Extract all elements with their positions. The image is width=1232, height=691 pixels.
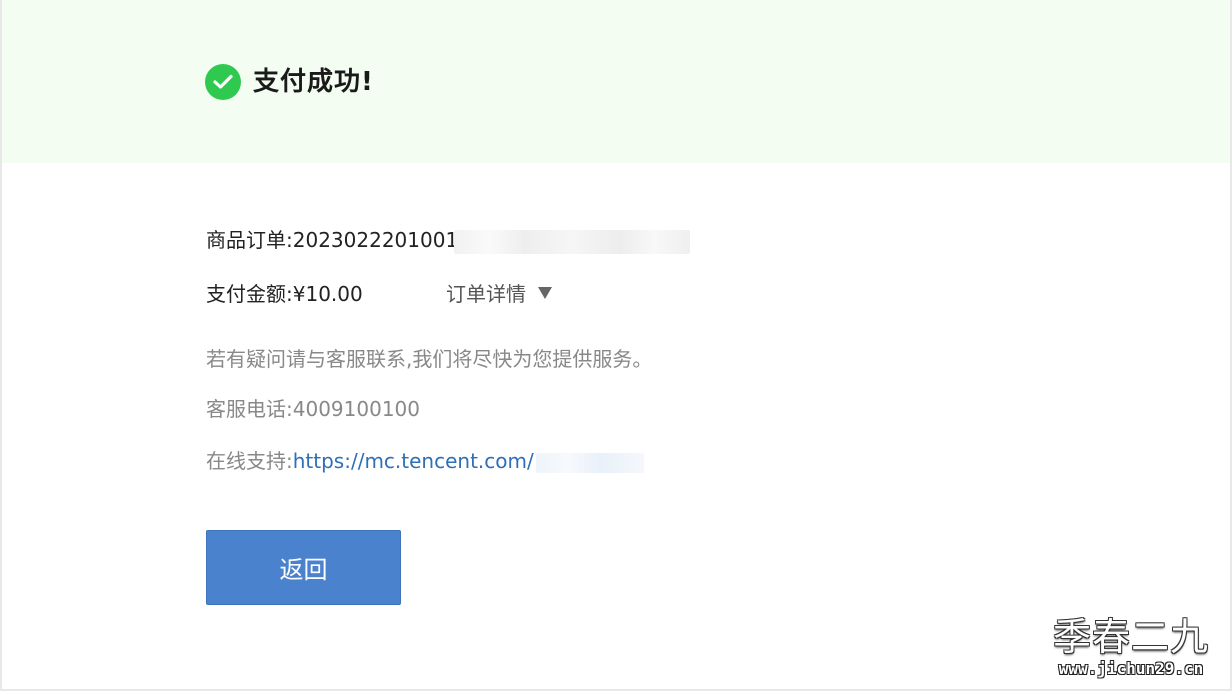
success-banner: 支付成功! [2,0,1230,163]
watermark: 季春二九 www.jichun29.cn [1050,614,1212,678]
phone-label: 客服电话: [206,397,293,421]
success-title: 支付成功! [253,67,374,97]
watermark-text: 季春二九 [1052,615,1209,659]
support-link-redacted [535,452,644,473]
order-label: 商品订单: [206,228,293,252]
order-number: 2023022201001 [292,228,459,252]
amount-label: 支付金额: [206,282,293,306]
order-row: 商品订单:2023022201001 [206,226,691,254]
caret-down-icon [538,286,552,299]
phone-number: 4009100100 [292,397,420,421]
back-button[interactable]: 返回 [206,530,401,605]
order-details-label: 订单详情 [446,282,526,306]
amount-row: 支付金额:¥10.00 [206,280,363,308]
payment-result-page: 支付成功! 商品订单:2023022201001 支付金额:¥10.00 订单详… [0,0,1232,691]
watermark-url: www.jichun29.cn [1058,659,1204,678]
online-support-row: 在线支持:https://mc.tencent.com/ [206,447,644,475]
phone-row: 客服电话:4009100100 [206,395,420,423]
order-details-toggle[interactable]: 订单详情 [446,280,552,308]
amount-value: ¥10.00 [292,282,363,306]
order-number-redacted [454,229,691,254]
support-link[interactable]: https://mc.tencent.com/ [293,449,534,473]
support-label: 在线支持: [206,449,293,473]
support-notice: 若有疑问请与客服联系,我们将尽快为您提供服务。 [206,347,653,371]
check-circle-icon [205,64,241,100]
